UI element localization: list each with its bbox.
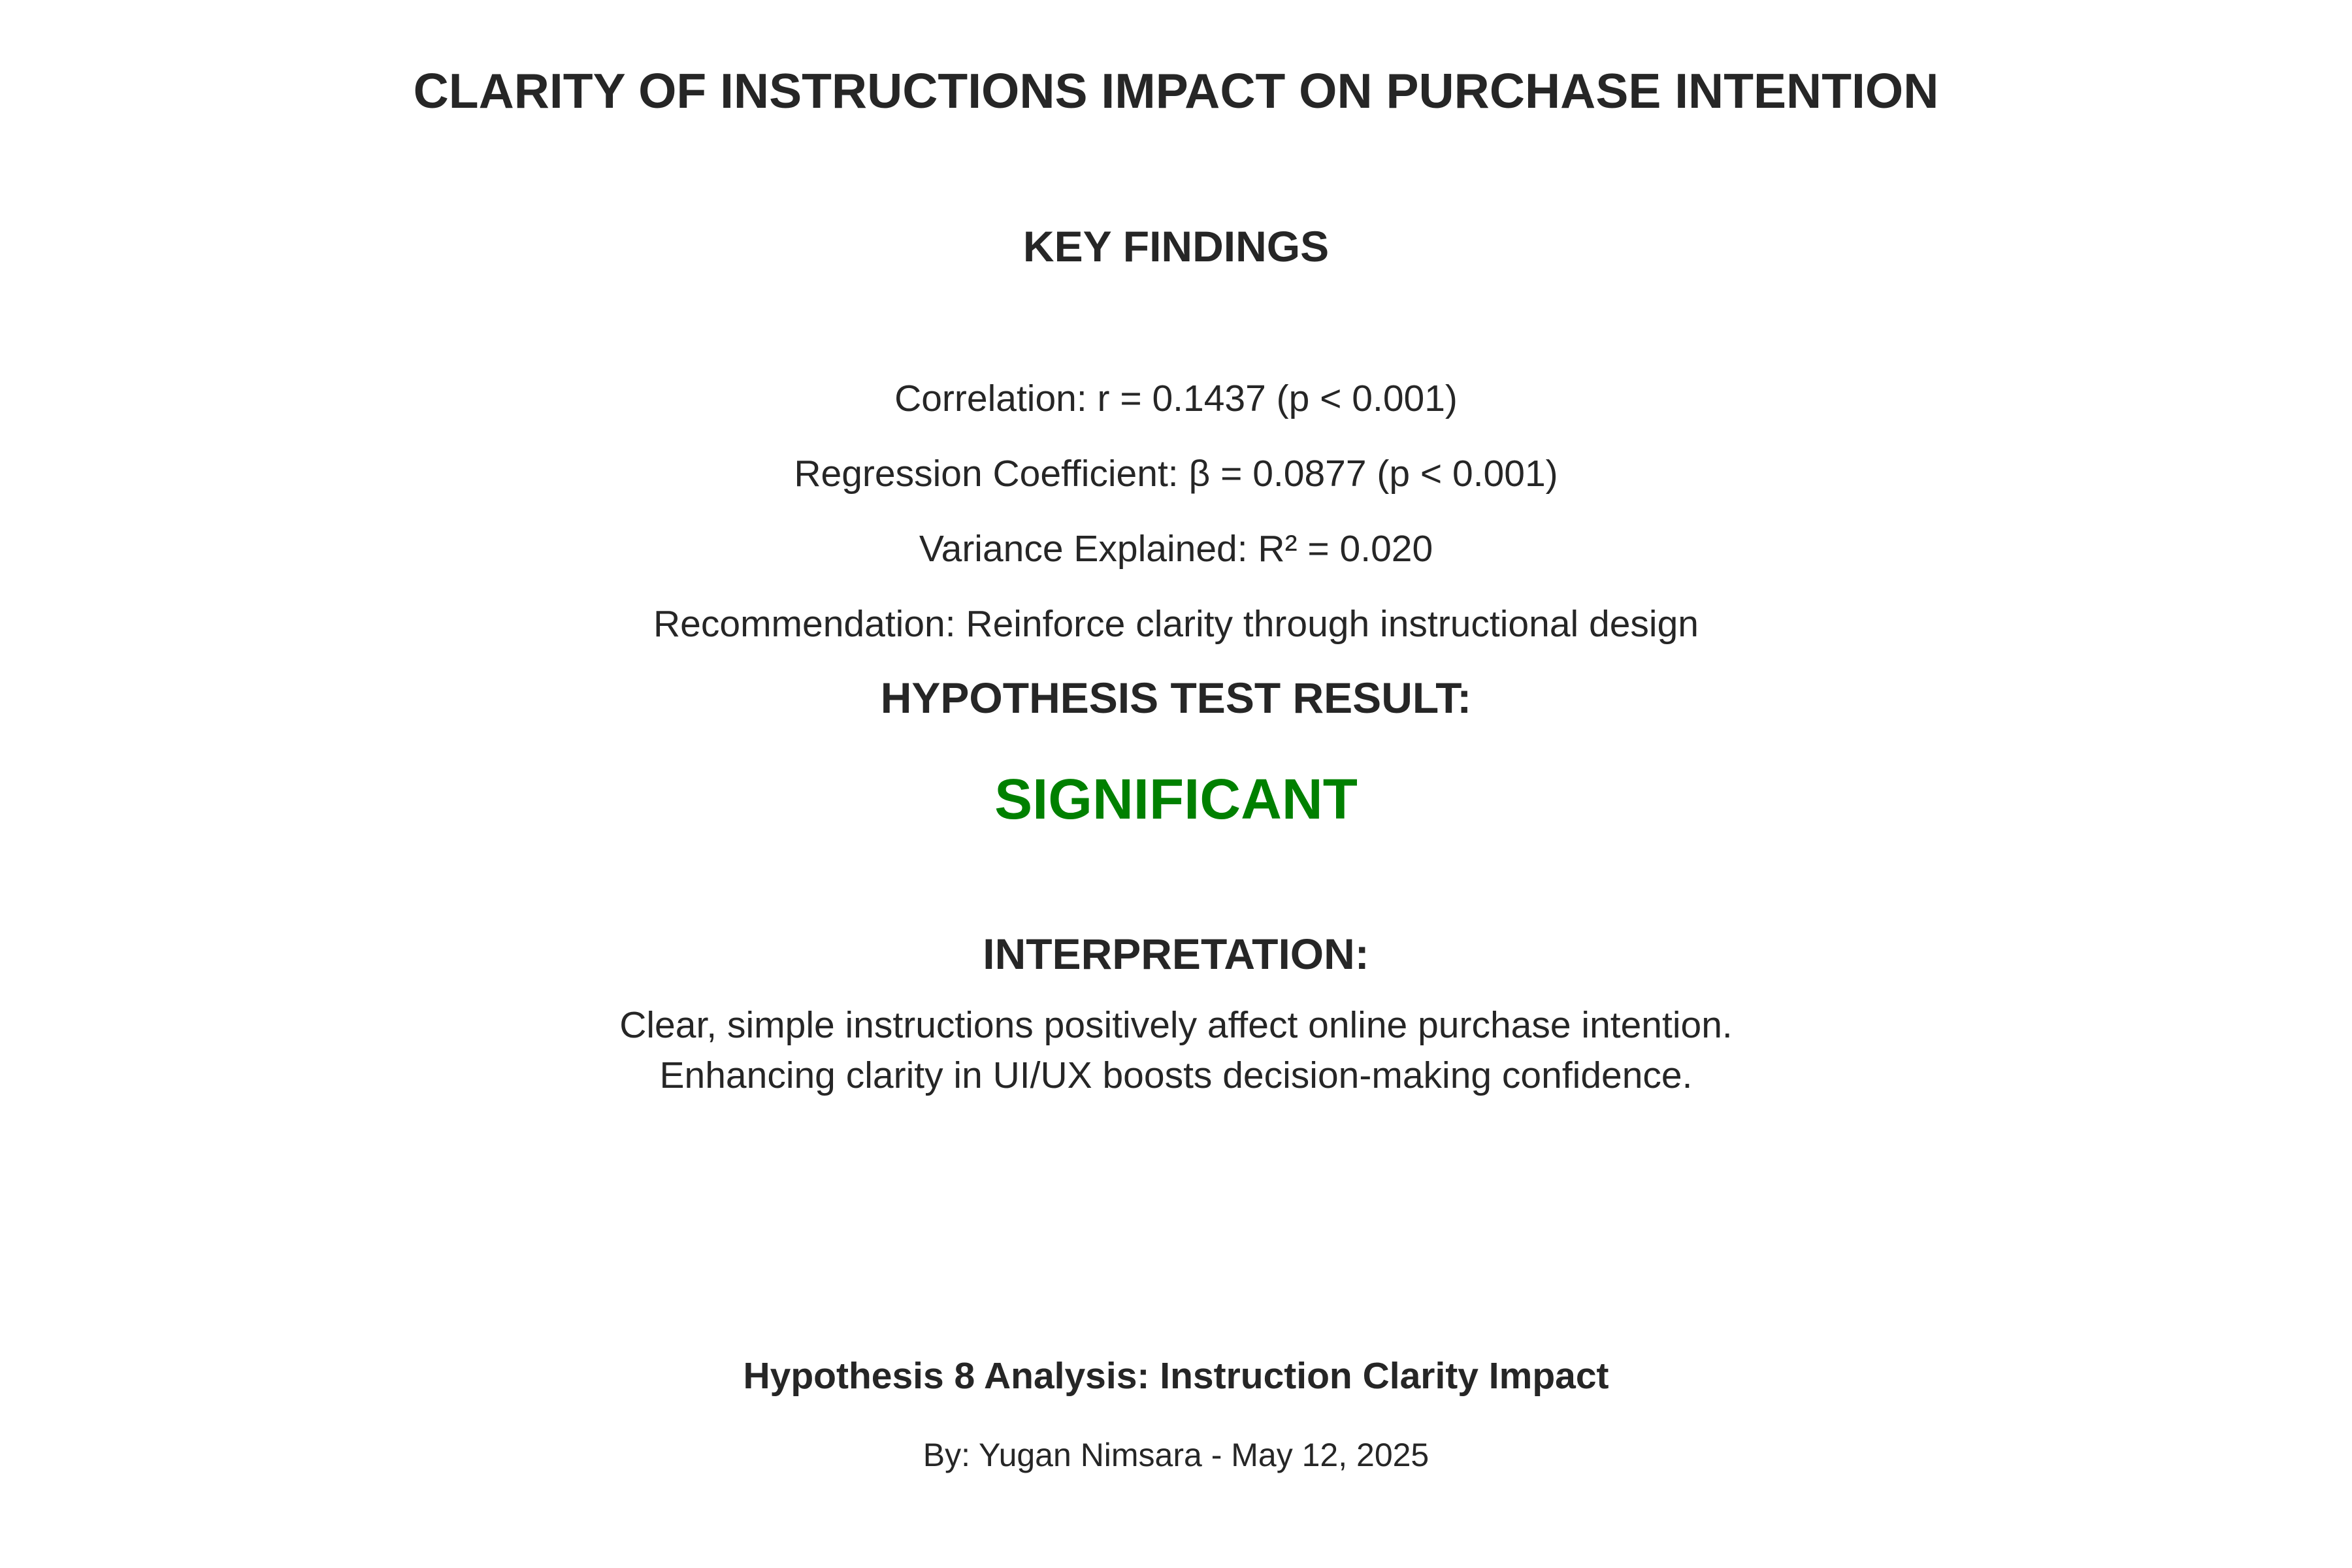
finding-correlation: Correlation: r = 0.1437 (p < 0.001) [894,378,1458,419]
hypothesis-test-heading: HYPOTHESIS TEST RESULT: [880,674,1472,722]
page-title: CLARITY OF INSTRUCTIONS IMPACT ON PURCHA… [413,63,1939,118]
interpretation-line-2: Enhancing clarity in UI/UX boosts decisi… [659,1054,1693,1096]
finding-variance-explained: Variance Explained: R² = 0.020 [919,528,1433,570]
interpretation-heading: INTERPRETATION: [983,930,1369,978]
hypothesis-result-badge: SIGNIFICANT [994,768,1358,831]
finding-recommendation: Recommendation: Reinforce clarity throug… [653,603,1699,645]
key-findings-heading: KEY FINDINGS [1022,222,1330,270]
footer-title: Hypothesis 8 Analysis: Instruction Clari… [743,1355,1609,1397]
interpretation-line-1: Clear, simple instructions positively af… [619,1004,1733,1046]
footer-author-line: By: Yugan Nimsara - May 12, 2025 [923,1437,1429,1473]
finding-regression-coefficient: Regression Coefficient: β = 0.0877 (p < … [794,453,1558,495]
